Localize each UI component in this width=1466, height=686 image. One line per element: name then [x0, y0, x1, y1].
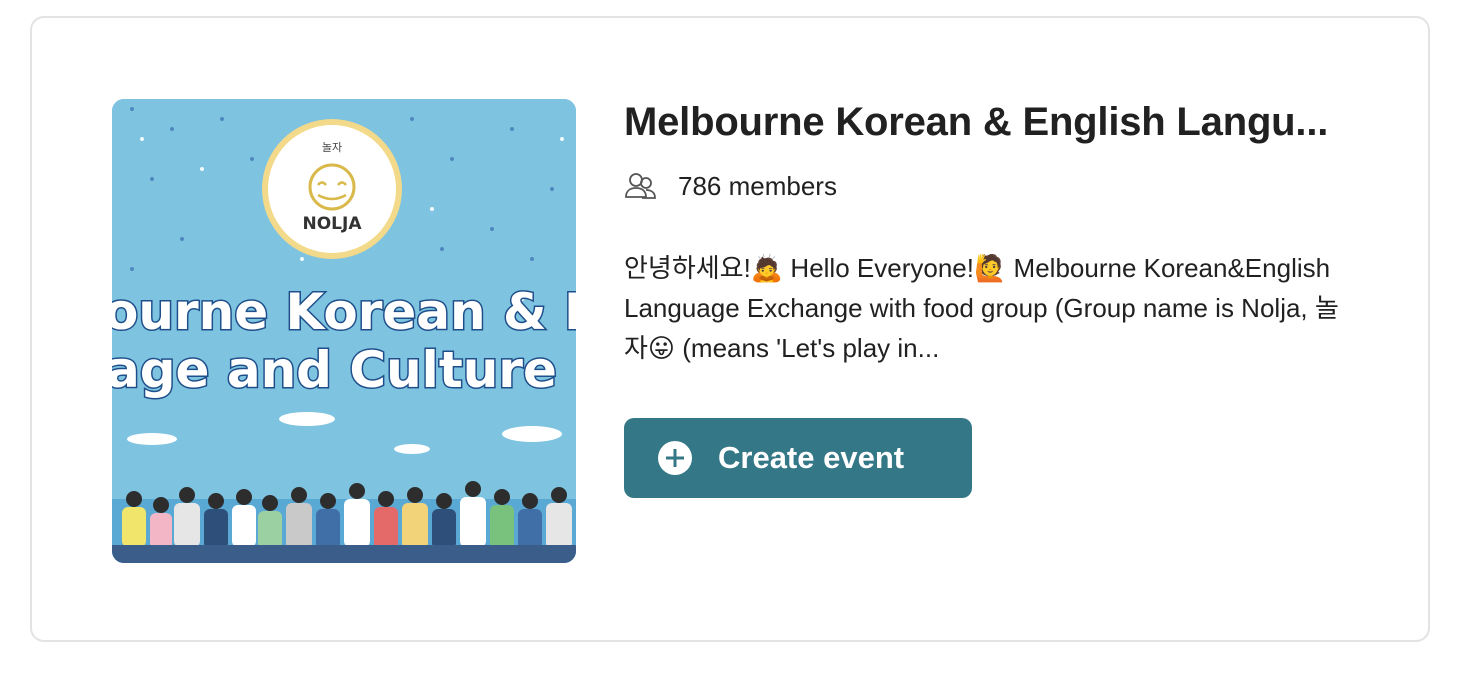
group-title[interactable]: Melbourne Korean & English Langu...: [624, 98, 1354, 146]
group-info: Melbourne Korean & English Langu... 786 …: [624, 98, 1384, 498]
create-event-button[interactable]: Create event: [624, 418, 972, 498]
logo-hangul: 놀자: [322, 141, 342, 154]
banner-line-1: ourne Korean & En: [112, 283, 576, 341]
group-description: 안녕하세요!🙇 Hello Everyone!🙋 Melbourne Korea…: [624, 253, 1339, 363]
group-image[interactable]: 놀자 NOLJA ourne Korean & En age and Cultu…: [112, 99, 576, 563]
members-count[interactable]: 786 members: [678, 171, 837, 202]
logo-text: NOLJA: [303, 214, 363, 234]
create-event-label: Create event: [718, 440, 905, 475]
group-image-illustration: 놀자 NOLJA ourne Korean & En age and Cultu…: [112, 99, 576, 563]
members-row: 786 members: [624, 166, 1384, 206]
group-card[interactable]: 놀자 NOLJA ourne Korean & En age and Cultu…: [30, 16, 1430, 642]
banner-line-2: age and Culture Exc: [112, 341, 576, 399]
plus-circle-icon: [658, 441, 692, 475]
people-icon: [624, 169, 658, 203]
